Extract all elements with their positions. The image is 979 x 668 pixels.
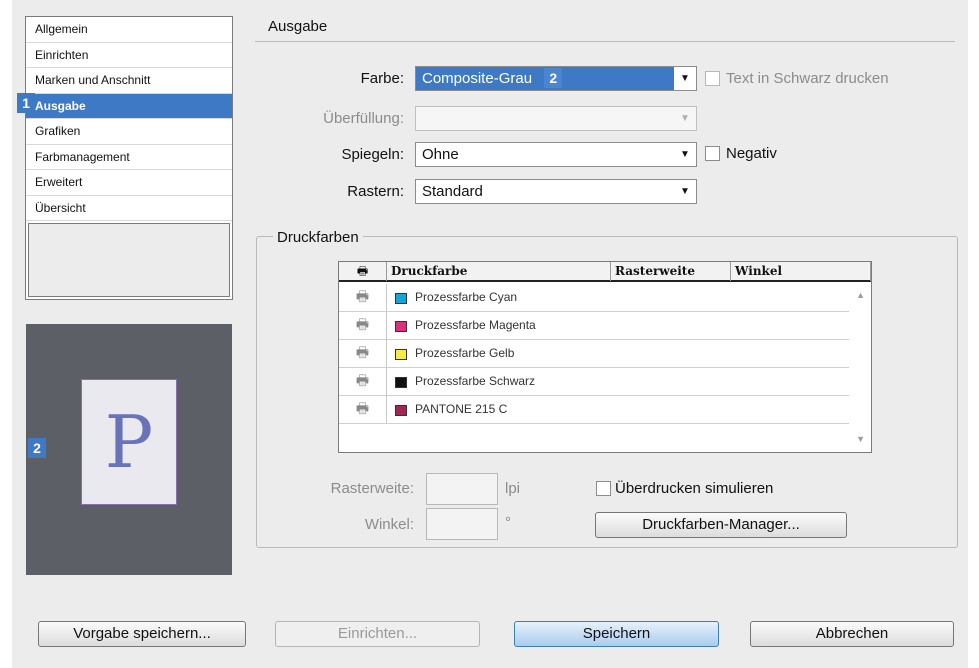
category-item-erweitert[interactable]: Erweitert [26, 170, 232, 196]
ueberdrucken-checkbox[interactable] [596, 481, 611, 496]
printer-icon[interactable]: 🖶 [339, 312, 387, 339]
ueberfuellung-label: Überfüllung: [323, 110, 404, 127]
rasterweite-input[interactable] [426, 473, 498, 505]
category-item-allgemein[interactable]: Allgemein [26, 17, 232, 43]
color-swatch [395, 293, 407, 304]
category-item-marken[interactable]: Marken und Anschnitt [26, 68, 232, 94]
printer-icon[interactable]: 🖶 [339, 368, 387, 395]
ink-name: Prozessfarbe Gelb [415, 346, 515, 360]
rastern-select[interactable]: Standard ▼ [415, 179, 697, 204]
category-list: Allgemein Einrichten Marken und Anschnit… [25, 16, 233, 300]
ink-name: Prozessfarbe Cyan [415, 290, 518, 304]
vorgabe-speichern-button[interactable]: Vorgabe speichern... [38, 621, 246, 647]
scroll-up-icon[interactable]: ▲ [856, 290, 865, 300]
color-swatch [395, 405, 407, 416]
printer-icon[interactable]: 🖶 [339, 284, 387, 311]
ink-name: Prozessfarbe Schwarz [415, 374, 536, 388]
abbrechen-button[interactable]: Abbrechen [750, 621, 954, 647]
section-title: Ausgabe [268, 18, 328, 35]
color-swatch [395, 321, 407, 332]
spiegeln-value: Ohne [422, 146, 459, 163]
ink-table: 🖶 Druckfarbe Rasterweite Winkel 🖶 Prozess… [338, 261, 872, 453]
category-item-einrichten[interactable]: Einrichten [26, 43, 232, 68]
winkel-input[interactable] [426, 508, 498, 540]
winkel-unit: ° [505, 514, 511, 531]
category-item-uebersicht[interactable]: Übersicht [26, 196, 232, 221]
column-druckfarbe[interactable]: Druckfarbe [387, 262, 611, 281]
preview-page: P [81, 379, 177, 505]
winkel-label: Winkel: [364, 516, 414, 533]
printer-icon[interactable]: 🖶 [339, 340, 387, 367]
druckfarben-legend: Druckfarben [273, 229, 363, 246]
category-item-ausgabe[interactable]: Ausgabe [26, 93, 232, 119]
druckfarben-manager-button[interactable]: Druckfarben-Manager... [595, 512, 847, 538]
callout-badge-2-preview: 2 [28, 438, 46, 458]
color-swatch [395, 349, 407, 360]
spiegeln-select[interactable]: Ohne ▼ [415, 142, 697, 167]
text-schwarz-checkbox[interactable] [705, 71, 720, 86]
scroll-down-icon[interactable]: ▼ [856, 434, 865, 444]
negativ-label: Negativ [726, 145, 777, 162]
ink-row[interactable]: 🖶 Prozessfarbe Cyan [339, 284, 849, 312]
column-winkel[interactable]: Winkel [731, 262, 871, 281]
chevron-down-icon: ▼ [674, 180, 696, 203]
page-preview: P [26, 324, 232, 575]
printer-icon: 🖶 [339, 262, 387, 281]
farbe-label: Farbe: [360, 70, 404, 87]
preview-letter: P [104, 400, 154, 484]
chevron-down-icon: ▼ [674, 143, 696, 166]
speichern-button[interactable]: Speichern [514, 621, 719, 647]
printer-icon[interactable]: 🖶 [339, 396, 387, 423]
rastern-label: Rastern: [347, 183, 404, 200]
category-item-grafiken[interactable]: Grafiken [26, 119, 232, 145]
negativ-checkbox[interactable] [705, 146, 720, 161]
column-rasterweite[interactable]: Rasterweite [611, 262, 731, 281]
ink-row[interactable]: 🖶 Prozessfarbe Magenta [339, 312, 849, 340]
ink-row[interactable]: 🖶 Prozessfarbe Schwarz [339, 368, 849, 396]
rasterweite-label: Rasterweite: [330, 480, 414, 497]
ink-name: PANTONE 215 C [415, 402, 508, 416]
title-divider [255, 41, 955, 42]
ink-name: Prozessfarbe Magenta [415, 318, 536, 332]
category-list-empty-area [28, 223, 230, 297]
callout-badge-2-farbe: 2 [544, 68, 563, 88]
ueberdrucken-label: Überdrucken simulieren [615, 480, 774, 497]
rastern-value: Standard [422, 183, 483, 200]
spiegeln-label: Spiegeln: [341, 146, 404, 163]
color-swatch [395, 377, 407, 388]
ink-row[interactable]: 🖶 PANTONE 215 C [339, 396, 849, 424]
ink-table-header: 🖶 Druckfarbe Rasterweite Winkel [339, 262, 871, 282]
farbe-select[interactable]: Composite-Grau 2 ▼ [415, 66, 697, 91]
einrichten-button[interactable]: Einrichten... [275, 621, 480, 647]
farbe-value: Composite-Grau [422, 70, 533, 87]
category-item-farbmanagement[interactable]: Farbmanagement [26, 145, 232, 170]
ueberfuellung-select[interactable]: ▼ [415, 106, 697, 131]
rasterweite-unit: lpi [505, 480, 521, 497]
chevron-down-icon: ▼ [674, 107, 696, 130]
callout-badge-1: 1 [17, 93, 35, 113]
chevron-down-icon: ▼ [674, 67, 696, 90]
ink-row[interactable]: 🖶 Prozessfarbe Gelb [339, 340, 849, 368]
text-schwarz-label: Text in Schwarz drucken [726, 70, 889, 87]
